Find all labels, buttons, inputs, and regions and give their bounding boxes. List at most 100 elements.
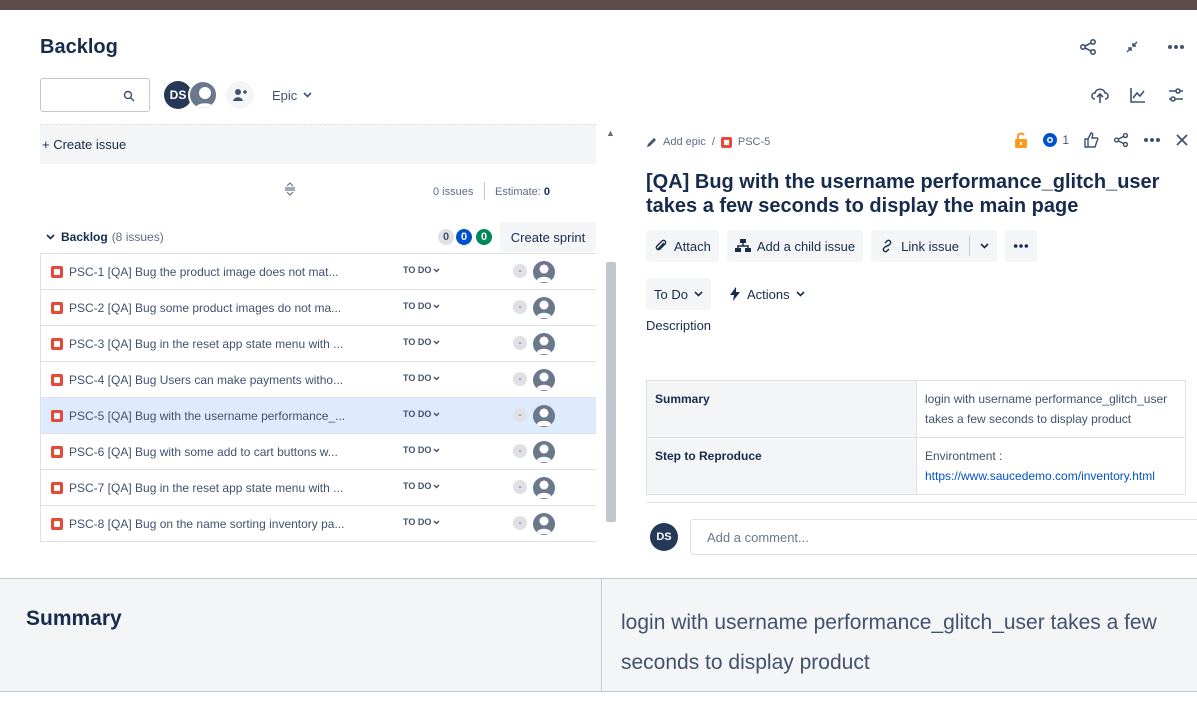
bug-icon — [51, 302, 63, 314]
settings-sliders-icon[interactable] — [1165, 84, 1187, 106]
table-row-selected[interactable]: PSC-5 [QA] Bug with the username perform… — [40, 398, 596, 434]
create-issue-button[interactable]: + Create issue — [40, 124, 596, 164]
close-icon[interactable] — [1175, 133, 1189, 147]
status-label: TO DO — [403, 481, 432, 491]
share-icon[interactable] — [1077, 36, 1099, 58]
collapse-icon[interactable] — [1121, 36, 1143, 58]
user-avatar-icon[interactable] — [533, 369, 555, 391]
user-avatar-icon[interactable] — [533, 405, 555, 427]
add-child-issue-button[interactable]: Add a child issue — [726, 230, 864, 262]
issue-key-link[interactable]: PSC-5 — [738, 136, 770, 148]
backlog-header[interactable]: Backlog (8 issues) 0 0 0 Create sprint — [40, 220, 596, 254]
hierarchy-icon — [734, 239, 751, 252]
user-avatar-icon[interactable] — [533, 333, 555, 355]
in-progress-count-badge: 0 — [456, 229, 472, 245]
drag-handle-icon[interactable] — [284, 182, 296, 199]
summary-value: login with username performance_glitch_u… — [916, 380, 1186, 438]
epic-filter-label: Epic — [272, 87, 298, 103]
scroll-up-icon[interactable]: ▲ — [606, 128, 615, 138]
chart-icon[interactable] — [1127, 84, 1149, 106]
chevron-down-icon[interactable] — [46, 233, 55, 240]
status-dropdown[interactable]: TO DO — [403, 445, 440, 455]
more-icon[interactable] — [1143, 137, 1161, 143]
environment-label: Environtment : — [925, 449, 1003, 463]
table-row[interactable]: PSC-3 [QA] Bug in the reset app state me… — [40, 326, 596, 362]
status-dropdown[interactable]: To Do — [646, 278, 711, 310]
zoom-summary-value: login with username performance_glitch_u… — [621, 611, 1157, 674]
user-avatar-icon[interactable] — [533, 297, 555, 319]
chevron-down-icon — [796, 291, 805, 297]
search-input[interactable] — [40, 78, 150, 112]
user-avatar-icon[interactable] — [533, 477, 555, 499]
status-dropdown[interactable]: TO DO — [403, 373, 440, 383]
estimate-pill[interactable]: - — [513, 264, 527, 278]
user-avatar-icon[interactable] — [533, 261, 555, 283]
top-bar — [0, 0, 1197, 10]
add-epic-link[interactable]: Add epic — [663, 136, 706, 148]
user-avatar-icon[interactable] — [533, 441, 555, 463]
unlock-icon[interactable] — [1014, 132, 1028, 148]
issue-summary: PSC-5 [QA] Bug with the username perform… — [69, 409, 346, 423]
status-dropdown[interactable]: TO DO — [403, 481, 440, 491]
estimate-pill[interactable]: - — [513, 372, 527, 386]
estimate-pill[interactable]: - — [513, 408, 527, 422]
issue-summary: PSC-4 [QA] Bug Users can make payments w… — [69, 373, 344, 387]
epic-filter[interactable]: Epic — [272, 88, 312, 103]
bug-icon — [51, 266, 63, 278]
environment-link[interactable]: https://www.saucedemo.com/inventory.html — [925, 469, 1155, 483]
right-tools — [1089, 84, 1187, 106]
attach-button[interactable]: Attach — [646, 230, 719, 262]
chevron-down-icon — [433, 304, 440, 308]
status-label: TO DO — [403, 337, 432, 347]
divider — [484, 182, 485, 200]
link-issue-button[interactable]: Link issue — [871, 230, 997, 262]
steps-label: Step to Reproduce — [646, 437, 917, 495]
issue-summary: PSC-1 [QA] Bug the product image does no… — [69, 265, 339, 279]
status-dropdown[interactable]: TO DO — [403, 409, 440, 419]
issue-detail-panel: Add epic / PSC-5 1 [QA] Bug with the use… — [646, 124, 1197, 564]
status-dropdown[interactable]: TO DO — [403, 337, 440, 347]
paperclip-icon — [655, 239, 667, 251]
description-table[interactable]: Summary login with username performance_… — [646, 380, 1186, 495]
status-label: TO DO — [403, 517, 432, 527]
table-row[interactable]: PSC-2 [QA] Bug some product images do no… — [40, 290, 596, 326]
user-avatar-icon[interactable] — [188, 80, 218, 110]
estimate-pill[interactable]: - — [513, 300, 527, 314]
cloud-upload-icon[interactable] — [1089, 84, 1111, 106]
thumbs-up-icon[interactable] — [1083, 132, 1099, 148]
estimate-pill[interactable]: - — [513, 336, 527, 350]
pencil-icon — [647, 137, 656, 147]
estimate-pill[interactable]: - — [513, 480, 527, 494]
share-icon[interactable] — [1113, 132, 1129, 148]
actions-dropdown[interactable]: Actions — [720, 278, 813, 310]
description-label: Description — [646, 318, 712, 333]
more-icon[interactable] — [1165, 36, 1187, 58]
chevron-down-icon[interactable] — [980, 243, 989, 249]
status-dropdown[interactable]: TO DO — [403, 301, 440, 311]
watch-button[interactable]: 1 — [1042, 132, 1069, 148]
estimate-pill[interactable]: - — [513, 516, 527, 530]
add-person-icon[interactable] — [226, 81, 254, 109]
table-row[interactable]: PSC-8 [QA] Bug on the name sorting inven… — [40, 506, 596, 542]
more-actions-button[interactable] — [1004, 230, 1037, 262]
comment-input[interactable]: Add a comment... — [690, 519, 1197, 555]
breadcrumb-separator: / — [711, 136, 715, 148]
table-row[interactable]: PSC-7 [QA] Bug in the reset app state me… — [40, 470, 596, 506]
chevron-down-icon — [433, 340, 440, 344]
table-row[interactable]: PSC-1 [QA] Bug the product image does no… — [40, 254, 596, 290]
status-dropdown[interactable]: TO DO — [403, 517, 440, 527]
table-row[interactable]: PSC-6 [QA] Bug with some add to cart but… — [40, 434, 596, 470]
bug-icon — [720, 136, 732, 148]
estimate-pill[interactable]: - — [513, 444, 527, 458]
user-avatar-icon[interactable] — [533, 513, 555, 535]
issue-actions: 1 — [1014, 132, 1189, 148]
status-dropdown[interactable]: TO DO — [403, 265, 440, 275]
backlog-panel: + Create issue 0 issues Estimate: 0 Back… — [40, 124, 596, 564]
zoom-summary-label: Summary — [26, 607, 122, 630]
bug-icon — [51, 518, 63, 530]
table-row[interactable]: PSC-4 [QA] Bug Users can make payments w… — [40, 362, 596, 398]
create-sprint-button[interactable]: Create sprint — [500, 222, 596, 252]
scrollbar-thumb[interactable] — [606, 262, 616, 522]
attach-label: Attach — [674, 238, 711, 254]
issue-title[interactable]: [QA] Bug with the username performance_g… — [646, 170, 1176, 218]
